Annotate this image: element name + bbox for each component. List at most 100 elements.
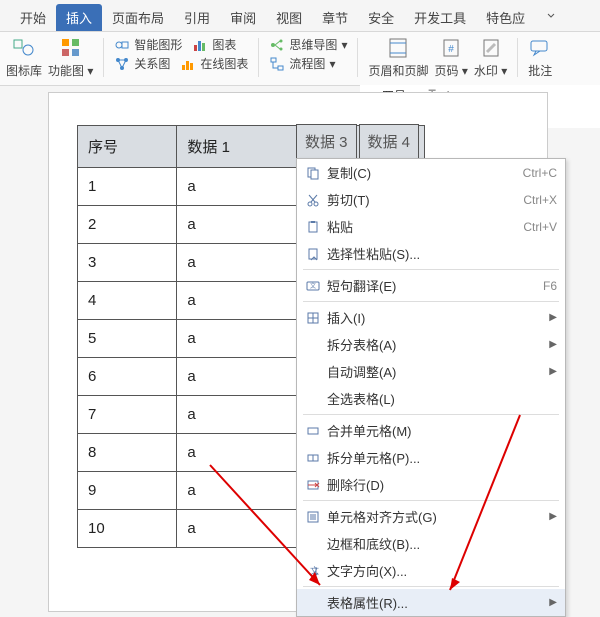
ribbon: 图标库 功能图 ▾ 智能图形 图表 关系图 在线图表 思维导图 ▾ 流程图 ▾ … bbox=[0, 31, 600, 86]
submenu-arrow-icon: ▶ bbox=[545, 312, 557, 323]
delete-row-icon bbox=[303, 477, 323, 493]
ribbon-iconlib[interactable]: 图标库 bbox=[6, 36, 42, 79]
tab-chapter[interactable]: 章节 bbox=[312, 4, 358, 31]
table-cell[interactable]: a bbox=[177, 206, 301, 244]
table-cell[interactable]: a bbox=[177, 358, 301, 396]
svg-text:#: # bbox=[448, 44, 454, 55]
hidden-column-headers: 数据 3 数据 4 bbox=[296, 124, 419, 159]
comment-icon bbox=[528, 36, 552, 60]
ctx-table-properties[interactable]: 表格属性(R)...▶ bbox=[297, 589, 565, 616]
ribbon-onlinechart-label: 在线图表 bbox=[200, 55, 248, 72]
ribbon-pgnum-label: 页码 bbox=[434, 64, 458, 78]
table-cell[interactable]: a bbox=[177, 320, 301, 358]
text-direction-icon: 文 bbox=[303, 563, 323, 579]
ctx-split-cells[interactable]: 拆分单元格(P)... bbox=[297, 444, 565, 471]
col-head-0[interactable]: 序号 bbox=[78, 126, 177, 168]
separator bbox=[357, 38, 358, 77]
tab-insert[interactable]: 插入 bbox=[56, 4, 102, 31]
ribbon-relation-label: 关系图 bbox=[134, 55, 170, 72]
shapes-icon bbox=[12, 36, 36, 60]
col-head-3: 数据 3 bbox=[296, 124, 357, 159]
ctx-copy-shortcut: Ctrl+C bbox=[517, 166, 557, 180]
table-cell[interactable]: 8 bbox=[78, 434, 177, 472]
ribbon-smartshape[interactable]: 智能图形 bbox=[114, 36, 182, 53]
ctx-borders[interactable]: 边框和底纹(B)... bbox=[297, 530, 565, 557]
table-cell[interactable]: a bbox=[177, 434, 301, 472]
relation-icon bbox=[114, 56, 130, 72]
ctx-cell-align-label: 单元格对齐方式(G) bbox=[323, 507, 545, 526]
col-head-1[interactable]: 数据 1 bbox=[177, 126, 301, 168]
ribbon-relation[interactable]: 关系图 bbox=[114, 55, 170, 72]
ctx-text-direction[interactable]: 文文字方向(X)... bbox=[297, 557, 565, 584]
separator bbox=[103, 38, 104, 77]
mindmap-icon bbox=[269, 37, 285, 53]
table-cell[interactable]: a bbox=[177, 510, 301, 548]
table-cell[interactable]: 10 bbox=[78, 510, 177, 548]
ctx-cell-align[interactable]: 单元格对齐方式(G)▶ bbox=[297, 503, 565, 530]
ribbon-watermark[interactable]: 水印 ▾ bbox=[474, 36, 507, 79]
tab-special[interactable]: 特色应 bbox=[476, 4, 535, 31]
tab-expand[interactable] bbox=[539, 8, 563, 27]
tab-security[interactable]: 安全 bbox=[358, 4, 404, 31]
ctx-delete-row[interactable]: 删除行(D) bbox=[297, 471, 565, 498]
ctx-table-properties-label: 表格属性(R)... bbox=[323, 593, 545, 612]
table-cell[interactable]: 6 bbox=[78, 358, 177, 396]
ribbon-fndiag[interactable]: 功能图 ▾ bbox=[48, 36, 93, 79]
ctx-cut-label: 剪切(T) bbox=[323, 190, 517, 209]
context-menu: 复制(C)Ctrl+C 剪切(T)Ctrl+X 粘贴Ctrl+V 选择性粘贴(S… bbox=[296, 158, 566, 617]
table-cell[interactable]: 4 bbox=[78, 282, 177, 320]
ctx-merge-label: 合并单元格(M) bbox=[323, 421, 557, 440]
flowchart-icon bbox=[269, 56, 285, 72]
submenu-arrow-icon: ▶ bbox=[545, 339, 557, 350]
table-cell[interactable]: 5 bbox=[78, 320, 177, 358]
ctx-translate[interactable]: 文短句翻译(E)F6 bbox=[297, 272, 565, 299]
tab-view[interactable]: 视图 bbox=[266, 4, 312, 31]
ctx-select-all[interactable]: 全选表格(L) bbox=[297, 385, 565, 412]
ribbon-flowchart[interactable]: 流程图 ▾ bbox=[269, 55, 335, 72]
ribbon-hdrftr[interactable]: 页眉和页脚 bbox=[368, 36, 428, 79]
tab-ref[interactable]: 引用 bbox=[174, 4, 220, 31]
paste-icon bbox=[303, 219, 323, 235]
tab-start[interactable]: 开始 bbox=[10, 4, 56, 31]
table-cell[interactable]: a bbox=[177, 396, 301, 434]
ribbon-annot[interactable]: 批注 bbox=[528, 36, 552, 79]
table-cell[interactable]: a bbox=[177, 244, 301, 282]
ribbon-chart[interactable]: 图表 bbox=[192, 36, 236, 53]
watermark-icon bbox=[479, 36, 503, 60]
table-cell[interactable]: a bbox=[177, 282, 301, 320]
table-cell[interactable]: 2 bbox=[78, 206, 177, 244]
ribbon-onlinechart[interactable]: 在线图表 bbox=[180, 55, 248, 72]
ctx-separator bbox=[303, 301, 559, 302]
ribbon-annot-label: 批注 bbox=[528, 62, 552, 79]
ctx-cut-shortcut: Ctrl+X bbox=[517, 193, 557, 207]
table-cell[interactable]: 1 bbox=[78, 168, 177, 206]
ctx-merge-cells[interactable]: 合并单元格(M) bbox=[297, 417, 565, 444]
ctx-cut[interactable]: 剪切(T)Ctrl+X bbox=[297, 186, 565, 213]
ribbon-pgnum[interactable]: # 页码 ▾ bbox=[434, 36, 467, 79]
ctx-select-all-label: 全选表格(L) bbox=[323, 389, 557, 408]
ctx-split-table[interactable]: 拆分表格(A)▶ bbox=[297, 331, 565, 358]
table-cell[interactable]: a bbox=[177, 472, 301, 510]
tab-layout[interactable]: 页面布局 bbox=[102, 4, 174, 31]
ctx-delete-row-label: 删除行(D) bbox=[323, 475, 557, 494]
tab-dev[interactable]: 开发工具 bbox=[404, 4, 476, 31]
table-cell[interactable]: 3 bbox=[78, 244, 177, 282]
svg-text:文: 文 bbox=[310, 282, 316, 290]
table-cell[interactable]: a bbox=[177, 168, 301, 206]
ctx-separator bbox=[303, 586, 559, 587]
ctx-paste[interactable]: 粘贴Ctrl+V bbox=[297, 213, 565, 240]
ctx-paste-shortcut: Ctrl+V bbox=[517, 220, 557, 234]
ctx-insert[interactable]: 插入(I)▶ bbox=[297, 304, 565, 331]
table-cell[interactable]: 7 bbox=[78, 396, 177, 434]
ctx-paste-label: 粘贴 bbox=[323, 217, 517, 236]
ctx-paste-special[interactable]: 选择性粘贴(S)... bbox=[297, 240, 565, 267]
ctx-copy[interactable]: 复制(C)Ctrl+C bbox=[297, 159, 565, 186]
tab-review[interactable]: 审阅 bbox=[220, 4, 266, 31]
table-cell[interactable]: 9 bbox=[78, 472, 177, 510]
ribbon-mindmap[interactable]: 思维导图 ▾ bbox=[269, 36, 347, 53]
separator bbox=[258, 38, 259, 77]
copy-icon bbox=[303, 165, 323, 181]
ctx-autofit[interactable]: 自动调整(A)▶ bbox=[297, 358, 565, 385]
grid-icon bbox=[59, 36, 83, 60]
ctx-translate-shortcut: F6 bbox=[537, 279, 557, 293]
